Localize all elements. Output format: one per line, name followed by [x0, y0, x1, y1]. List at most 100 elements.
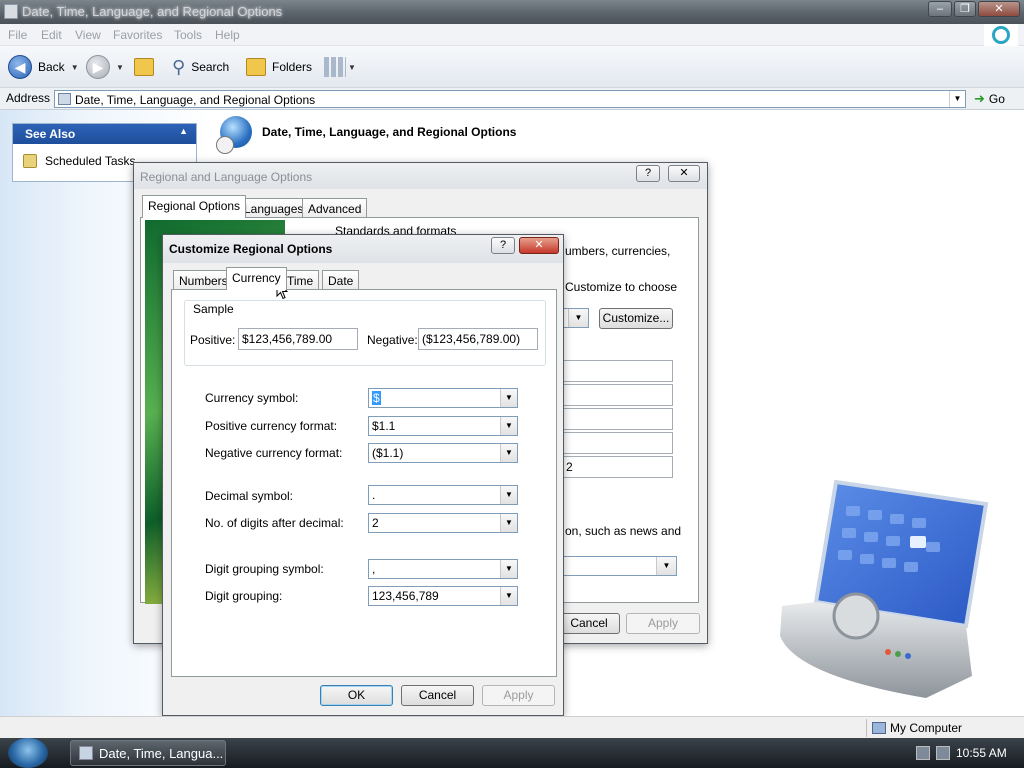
clock[interactable]: 10:55 AM: [956, 746, 1007, 760]
go-arrow-icon: ➜: [974, 91, 985, 106]
currency-symbol-select[interactable]: $ ▼: [368, 388, 518, 408]
up-folder-button[interactable]: [134, 54, 154, 80]
menu-edit[interactable]: Edit: [41, 28, 62, 42]
positive-format-label: Positive currency format:: [205, 419, 338, 433]
go-button[interactable]: ➜ Go: [972, 90, 1020, 108]
forward-button[interactable]: ▶ ▼: [86, 54, 124, 80]
dialog-title: Regional and Language Options: [140, 170, 313, 184]
sample-time-field: [555, 408, 673, 430]
status-separator: [866, 719, 867, 737]
tab-date[interactable]: Date: [322, 270, 360, 290]
tab-currency[interactable]: Currency: [226, 267, 287, 290]
see-also-title: See Also: [25, 127, 76, 141]
digits-after-decimal-select[interactable]: 2 ▼: [368, 513, 518, 533]
menu-view[interactable]: View: [75, 28, 101, 42]
taskbar-window-button[interactable]: Date, Time, Langua...: [70, 740, 226, 766]
tab-numbers[interactable]: Numbers: [173, 270, 234, 290]
folders-label: Folders: [272, 60, 313, 74]
views-icon: [324, 57, 346, 77]
location-description: on, such as news and: [565, 524, 682, 538]
window-titlebar: Date, Time, Language, and Regional Optio…: [0, 0, 1024, 24]
digit-grouping-symbol-select[interactable]: , ▼: [368, 559, 518, 579]
views-button[interactable]: ▼: [324, 54, 356, 80]
menu-favorites[interactable]: Favorites: [113, 28, 162, 42]
go-label: Go: [988, 92, 1005, 106]
digits-after-decimal-value: 2: [372, 516, 379, 530]
volume-icon[interactable]: [936, 746, 950, 760]
tab-languages[interactable]: Languages: [238, 198, 310, 218]
chevron-down-icon: ▼: [656, 557, 676, 575]
security-zone-label: My Computer: [890, 721, 963, 735]
address-dropdown-icon[interactable]: ▼: [949, 91, 965, 107]
up-folder-icon: [134, 58, 154, 76]
back-arrow-icon: ◀: [8, 55, 32, 79]
address-bar: Address Date, Time, Language, and Region…: [0, 88, 1024, 110]
chevron-down-icon: ▼: [568, 309, 588, 327]
decimal-symbol-label: Decimal symbol:: [205, 489, 294, 503]
forward-arrow-icon: ▶: [86, 55, 110, 79]
currency-symbol-value: $: [372, 391, 381, 405]
toolbar: ◀ Back ▼ ▶ ▼ ⚲ Search Folders ▼: [0, 46, 1024, 88]
maximize-button[interactable]: ❐: [954, 1, 976, 17]
regional-apply-button[interactable]: Apply: [626, 613, 700, 634]
sample-long-date-field: 2: [555, 456, 673, 478]
scheduled-tasks-link[interactable]: Scheduled Tasks: [23, 154, 136, 168]
negative-format-select[interactable]: ($1.1) ▼: [368, 443, 518, 463]
help-button[interactable]: ?: [491, 237, 515, 254]
customize-description: Customize to choose: [565, 280, 678, 294]
system-tray: 10:55 AM: [910, 738, 1024, 768]
customize-close-button[interactable]: ✕: [519, 237, 559, 254]
help-button[interactable]: ?: [636, 165, 660, 182]
folders-button[interactable]: Folders: [246, 54, 312, 80]
menu-file[interactable]: File: [8, 28, 27, 42]
search-button[interactable]: ⚲ Search: [172, 54, 229, 80]
taskbar: Date, Time, Langua... 10:55 AM: [0, 738, 1024, 768]
control-panel-icon: [79, 746, 93, 760]
tab-regional-options[interactable]: Regional Options: [142, 195, 247, 218]
cancel-button[interactable]: Cancel: [401, 685, 474, 706]
forward-dropdown-icon[interactable]: ▼: [116, 63, 124, 72]
dialog-titlebar: Regional and Language Options ? ✕: [134, 163, 707, 189]
chevron-down-icon: ▼: [500, 389, 517, 407]
chevron-down-icon: ▼: [500, 486, 517, 504]
see-also-header[interactable]: See Also ▲: [13, 124, 196, 144]
menu-help[interactable]: Help: [215, 28, 240, 42]
start-button[interactable]: [8, 738, 48, 768]
digit-grouping-value: 123,456,789: [372, 589, 439, 603]
search-label: Search: [191, 60, 230, 74]
ok-button[interactable]: OK: [320, 685, 393, 706]
menu-tools[interactable]: Tools: [174, 28, 202, 42]
customize-regional-dialog: Customize Regional Options ? ✕ Numbers C…: [162, 234, 564, 716]
apply-button[interactable]: Apply: [482, 685, 555, 706]
negative-label: Negative:: [367, 333, 418, 347]
calculator-graphic-icon: [780, 479, 989, 698]
positive-format-select[interactable]: $1.1 ▼: [368, 416, 518, 436]
digits-after-decimal-label: No. of digits after decimal:: [205, 516, 344, 530]
collapse-icon[interactable]: ▲: [179, 126, 188, 136]
digit-grouping-select[interactable]: 123,456,789 ▼: [368, 586, 518, 606]
network-icon[interactable]: [916, 746, 930, 760]
positive-sample-value: $123,456,789.00: [242, 332, 333, 346]
minimize-button[interactable]: –: [928, 1, 952, 17]
dialog-close-button[interactable]: ✕: [668, 165, 700, 182]
location-select[interactable]: ▼: [555, 556, 677, 576]
my-computer-icon: [872, 722, 886, 734]
views-dropdown-icon: ▼: [348, 62, 356, 72]
tab-advanced[interactable]: Advanced: [302, 198, 368, 218]
back-button[interactable]: ◀ Back ▼: [8, 54, 79, 80]
taskbar-window-label: Date, Time, Langua...: [99, 745, 224, 761]
negative-format-label: Negative currency format:: [205, 446, 343, 460]
decimal-symbol-select[interactable]: . ▼: [368, 485, 518, 505]
menu-bar: File Edit View Favorites Tools Help: [0, 24, 1024, 46]
back-dropdown-icon[interactable]: ▼: [71, 63, 79, 72]
control-panel-icon: [4, 4, 18, 19]
address-field[interactable]: Date, Time, Language, and Regional Optio…: [54, 90, 966, 108]
back-label: Back: [38, 60, 65, 74]
close-button[interactable]: ✕: [978, 1, 1020, 17]
customize-button[interactable]: Customize...: [599, 308, 673, 329]
regional-cancel-button[interactable]: Cancel: [558, 613, 620, 634]
globe-clock-icon: [216, 116, 252, 154]
chevron-down-icon: ▼: [500, 514, 517, 532]
positive-sample-field: $123,456,789.00: [238, 328, 358, 350]
page-title: Date, Time, Language, and Regional Optio…: [262, 125, 517, 139]
